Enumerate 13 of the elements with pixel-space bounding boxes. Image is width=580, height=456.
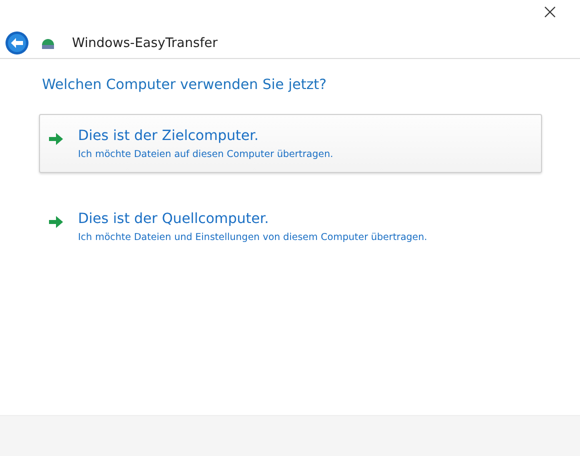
option-button[interactable]: Dies ist der Quellcomputer. Ich möchte Dateien und Einstellungen von diesem Computer übertragen. xyxy=(39,197,542,256)
option-description: Ich möchte Dateien auf diesen Computer übertragen. xyxy=(78,149,334,160)
option-description: Ich möchte Dateien und Einstellungen von diesem Computer übertragen. xyxy=(78,232,428,243)
close-button[interactable] xyxy=(544,6,556,18)
arrow-icon xyxy=(48,132,64,146)
back-button[interactable] xyxy=(5,31,29,55)
window-title: Windows-EasyTransfer xyxy=(72,36,218,50)
page-heading: Welchen Computer verwenden Sie jetzt? xyxy=(42,77,328,93)
close-icon xyxy=(544,6,556,18)
arrow-icon xyxy=(48,215,64,229)
option-title: Dies ist der Zielcomputer. xyxy=(78,128,260,144)
option-button[interactable]: Dies ist der Zielcomputer. Ich möchte Dateien auf diesen Computer übertragen. xyxy=(39,114,542,173)
option-title: Dies ist der Quellcomputer. xyxy=(78,211,270,227)
